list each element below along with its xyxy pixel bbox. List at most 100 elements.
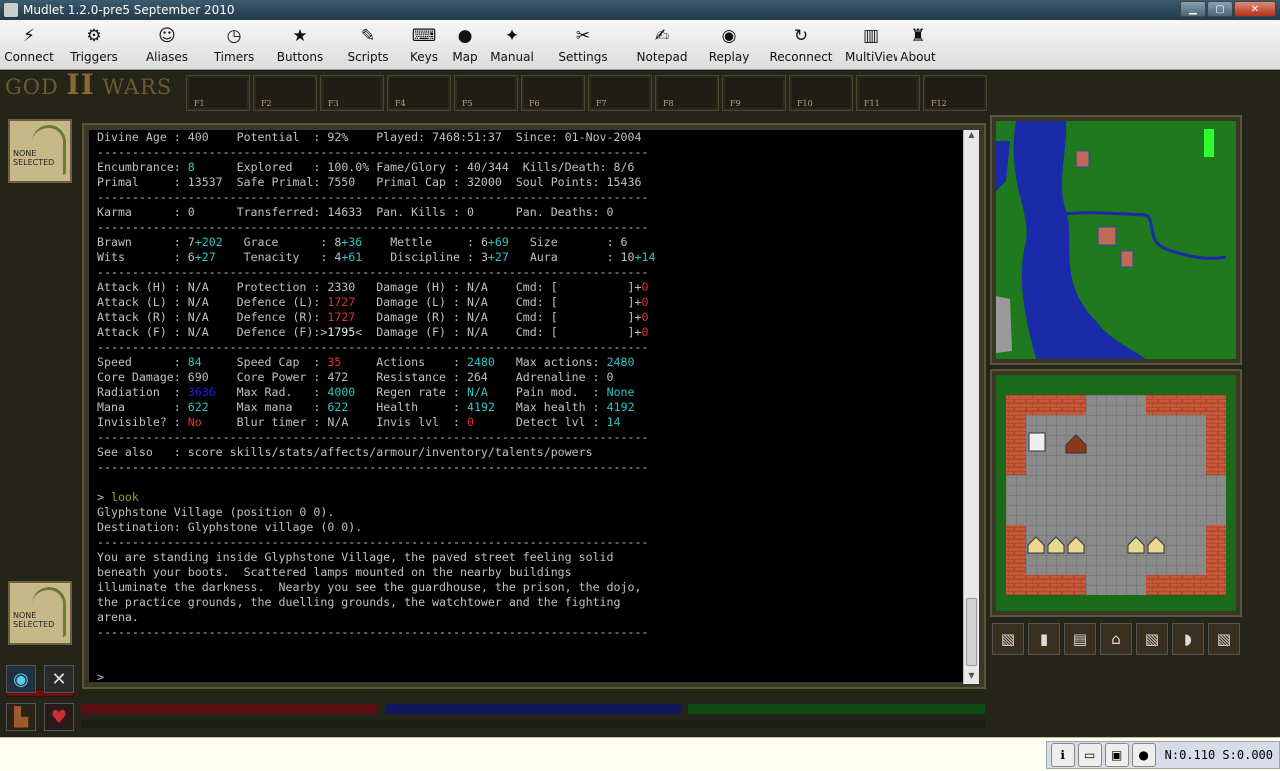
console-text: 0 [641, 280, 649, 294]
path-tile-icon[interactable]: ▧ [992, 623, 1024, 655]
main-console-output[interactable]: Divine Age : 400 Potential : 92% Played:… [97, 130, 957, 684]
toolbar-label: Manual [490, 50, 534, 64]
aliases-icon: ☺ [158, 26, 176, 46]
console-text: Radiation : [97, 385, 188, 399]
console-text: ----------------------------------------… [97, 460, 649, 474]
building-icon[interactable]: ⌂ [1100, 623, 1132, 655]
console-text: You are standing inside Glyphstone Villa… [97, 550, 614, 564]
fkey-button-f1[interactable]: F1 [186, 75, 250, 111]
console-text: Actions : [341, 355, 467, 369]
console-line: the practice grounds, the duelling groun… [97, 595, 957, 610]
console-text: 3636 [187, 385, 216, 399]
path-tile-icon[interactable]: ▧ [1136, 623, 1168, 655]
scrollbar-thumb[interactable] [966, 598, 977, 666]
toolbar-about-button[interactable]: ♜ About [898, 21, 938, 69]
settings-icon: ✂ [575, 26, 591, 46]
toolbar-timers-button[interactable]: ◷ Timers [204, 21, 264, 69]
toolbar-settings-button[interactable]: ✂ Settings [542, 21, 624, 69]
console-text: +36 [341, 235, 363, 249]
god-wars-logo: GOD II WARS [3, 71, 183, 109]
console-text: None [606, 385, 635, 399]
console-text: Blur timer : N/A Invis lvl : [201, 415, 467, 429]
toolbar-manual-button[interactable]: ✦ Manual [482, 21, 542, 69]
eye-icon[interactable]: ◉ [6, 665, 36, 693]
doorway-icon[interactable]: ▮ [1028, 623, 1060, 655]
console-text: Aura : 10 [508, 250, 635, 264]
toolbar-map-button[interactable]: ● Map [448, 21, 482, 69]
console-text: ----------------------------------------… [97, 535, 649, 549]
console-text: the practice grounds, the duelling groun… [97, 595, 621, 609]
toolbar-aliases-button[interactable]: ☺ Aliases [130, 21, 204, 69]
timers-icon: ◷ [226, 26, 242, 46]
console-text: 2480 [606, 355, 635, 369]
scroll-up-arrow-icon[interactable]: ▲ [964, 130, 979, 143]
console-text: illuminate the darkness. Nearby you see … [97, 580, 642, 594]
console-text: ----------------------------------------… [97, 220, 649, 234]
fkey-button-f4[interactable]: F4 [387, 75, 451, 111]
toolbar-triggers-button[interactable]: ⚙ Triggers [58, 21, 130, 69]
toolbar-connect-button[interactable]: ⚡ Connect [0, 21, 58, 69]
path-tile-icon[interactable]: ▧ [1208, 623, 1240, 655]
rubble-icon[interactable]: ▤ [1064, 623, 1096, 655]
heart-icon[interactable]: ♥ [44, 703, 74, 731]
close-button[interactable]: ✕ [1234, 1, 1276, 17]
toolbar-label: Buttons [276, 50, 324, 64]
console-text: 8 [187, 160, 195, 174]
fkey-button-f6[interactable]: F6 [521, 75, 585, 111]
toolbar-scripts-button[interactable]: ✎ Scripts [336, 21, 400, 69]
fkey-button-f11[interactable]: F11 [856, 75, 920, 111]
toolbar-notepad-button[interactable]: ✍ Notepad [624, 21, 700, 69]
toolbar-label: Scripts [347, 50, 389, 64]
console-text: No [187, 415, 202, 429]
target-portrait-bottom[interactable]: NONE SELECTED [8, 581, 72, 645]
record-icon[interactable]: ● [1131, 743, 1156, 767]
fkey-button-f10[interactable]: F10 [789, 75, 853, 111]
fkey-button-f2[interactable]: F2 [253, 75, 317, 111]
fkey-button-f9[interactable]: F9 [722, 75, 786, 111]
console-text: Max health : [494, 400, 607, 414]
maximize-button[interactable]: ▢ [1207, 1, 1233, 17]
console-text: Glyphstone Village [97, 505, 223, 519]
screen-icon[interactable]: ▣ [1104, 743, 1129, 767]
scroll-down-arrow-icon[interactable]: ▼ [964, 671, 979, 684]
world-map[interactable] [992, 117, 1240, 363]
triggers-icon: ⚙ [86, 26, 102, 46]
console-line: Destination: Glyphstone village (0 0). [97, 520, 957, 535]
console-text: Regen rate : [355, 385, 467, 399]
console-line: ----------------------------------------… [97, 535, 957, 550]
main-toolbar: ⚡ Connect ⚙ Triggers ☺ Aliases ◷ Timers ★ Buttons… [0, 20, 1280, 70]
serpent-emblem-icon [32, 125, 66, 175]
console-scrollbar[interactable]: ▲ ▼ [963, 130, 979, 684]
tape-icon[interactable]: ▭ [1077, 743, 1102, 767]
console-text: Pain mod. : [487, 385, 607, 399]
fkey-button-f5[interactable]: F5 [454, 75, 518, 111]
toolbar-label: Triggers [70, 50, 118, 64]
console-line: ----------------------------------------… [97, 265, 957, 280]
boot-icon[interactable]: ▙ [6, 703, 36, 731]
fkey-button-f8[interactable]: F8 [655, 75, 719, 111]
console-text: arena. [97, 610, 139, 624]
console-text: +27 [194, 250, 216, 264]
toolbar-keys-button[interactable]: ⌨ Keys [400, 21, 448, 69]
target-portrait-top[interactable]: NONE SELECTED [8, 119, 72, 183]
console-text: Speed : [97, 355, 188, 369]
info-icon[interactable]: ℹ [1050, 743, 1075, 767]
toolbar-reconnect-button[interactable]: ↻ Reconnect [758, 21, 844, 69]
minimize-button[interactable]: ▁ [1180, 1, 1206, 17]
fkey-button-f7[interactable]: F7 [588, 75, 652, 111]
toolbar-buttons-button[interactable]: ★ Buttons [264, 21, 336, 69]
fkey-button-f3[interactable]: F3 [320, 75, 384, 111]
console-line: Brawn : 7+202 Grace : 8+36 Mettle : 6+69… [97, 235, 957, 250]
cave-entrance-icon[interactable]: ◗ [1172, 623, 1204, 655]
console-text: 0 [641, 310, 649, 324]
status-tray: ℹ ▭ ▣ ● N:0.110 S:0.000 [1045, 741, 1280, 769]
local-area-map[interactable] [992, 371, 1240, 615]
console-text: > [97, 670, 104, 684]
toolbar-replay-button[interactable]: ◉ Replay [700, 21, 758, 69]
toolbar-multiview-button[interactable]: ▥ MultiView [844, 21, 898, 69]
console-text: Damage (R) : N/A Cmd: [ ]+ [355, 310, 642, 324]
fkey-button-f12[interactable]: F12 [923, 75, 987, 111]
crossed-swords-icon[interactable]: ✕ [44, 665, 74, 693]
toolbar-label: Settings [558, 50, 608, 64]
